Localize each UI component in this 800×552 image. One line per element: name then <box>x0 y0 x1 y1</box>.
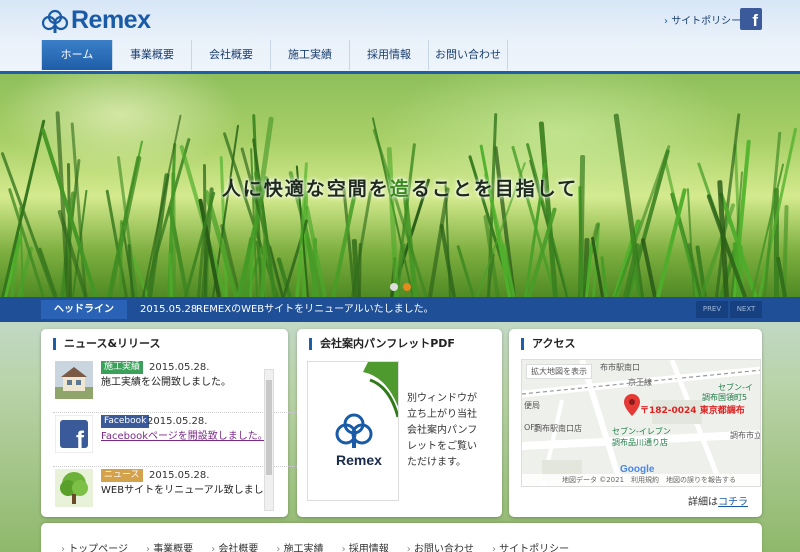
headline-text[interactable]: REMEXのWEBサイトをリニューアルいたしました。 <box>196 297 434 322</box>
facebook-icon[interactable]: f <box>740 8 762 30</box>
map-pin-icon[interactable] <box>624 394 640 416</box>
tree-thumbnail <box>55 469 93 507</box>
footer-link-company[interactable]: 会社概要 <box>211 540 258 552</box>
news-date: 2015.05.28. <box>147 416 208 427</box>
footer-link-top[interactable]: トップページ <box>61 540 128 552</box>
nav-item-home[interactable]: ホーム <box>42 40 113 70</box>
prev-button[interactable]: PREV <box>696 301 728 318</box>
pamphlet-cover-art <box>335 362 398 448</box>
access-title: アクセス <box>521 338 575 350</box>
news-scrollbar[interactable] <box>264 369 274 511</box>
pamphlet-description: 別ウィンドウが立ち上がり当社会社案内パンフレットをご覧いただけます。 <box>407 393 478 468</box>
news-date: 2015.05.28. <box>149 362 210 373</box>
grass-blade <box>655 188 687 297</box>
map-label: セブン-イレブン <box>612 427 671 436</box>
enlarge-map-button[interactable]: 拡大地図を表示 <box>526 364 592 379</box>
footer-link-policy[interactable]: サイトポリシー <box>492 540 569 552</box>
news-tag: 施工実績 <box>101 361 144 374</box>
tree-logo-icon <box>42 9 68 33</box>
nav-item-business[interactable]: 事業概要 <box>113 40 192 70</box>
svg-text:f: f <box>76 427 85 453</box>
footer-link-recruit[interactable]: 採用情報 <box>342 540 389 552</box>
news-card: ニュース&リリース 施工実績 2015.05.28. 施工実績を公開致しました。… <box>41 329 303 517</box>
hero-copy: 人に快適な空間を造ることを目指して <box>0 174 800 201</box>
map-label: OFF <box>524 423 540 432</box>
logo-text: Remex <box>71 6 151 34</box>
headline-bar: ヘッドライン 2015.05.28 REMEXのWEBサイトをリニューアルいたし… <box>0 297 800 322</box>
site-header: Remex サイトポリシー f ホーム 事業概要 会社概要 施工実績 採用情報 … <box>0 0 800 72</box>
detail-link[interactable]: コチラ <box>718 497 748 508</box>
news-text: WEBサイトをリニューアル致しまし <box>101 485 264 496</box>
footer-link-works[interactable]: 施工実績 <box>276 540 324 552</box>
map-label: 調布品川通り店 <box>612 438 668 447</box>
pamphlet-title: 会社案内パンフレットPDF <box>309 338 455 350</box>
detail-text: 詳細はコチラ <box>688 493 748 508</box>
grass-blade <box>357 243 362 297</box>
google-map[interactable]: 拡大地図を表示 布市駅南口 京王線 セブン-イ 調布国領町5 調布駅南口店 セブ… <box>521 359 761 487</box>
slide-indicator <box>390 283 411 291</box>
slide-dot-active[interactable] <box>403 283 411 291</box>
news-text: 施工実績を公開致しました。 <box>101 377 231 388</box>
map-label: 調布駅南口店 <box>534 424 582 433</box>
slide-dot[interactable] <box>390 283 398 291</box>
facebook-glyph: f <box>752 11 758 30</box>
pamphlet-cover-image[interactable]: Remex <box>307 361 399 501</box>
main-nav: ホーム 事業概要 会社概要 施工実績 採用情報 お問い合わせ <box>41 40 508 70</box>
map-footer: 地図データ ©2021 利用規約 地図の誤りを報告する <box>522 474 760 486</box>
hero-slider[interactable]: 人に快適な空間を造ることを目指して <box>0 74 800 297</box>
news-tag: Facebook <box>101 415 150 428</box>
next-button[interactable]: NEXT <box>730 301 762 318</box>
nav-item-company[interactable]: 会社概要 <box>192 40 271 70</box>
map-label: 便局 <box>524 401 540 410</box>
news-tag: ニュース <box>101 469 143 482</box>
pamphlet-cover-logo: Remex <box>336 452 382 468</box>
map-label: 調布市立 <box>730 431 761 440</box>
footer-link-business[interactable]: 事業概要 <box>146 540 193 552</box>
facebook-thumbnail-icon: f <box>55 415 93 453</box>
news-title: ニュース&リリース <box>53 338 161 350</box>
map-label: 京王線 <box>628 378 652 387</box>
footer: トップページ 事業概要 会社概要 施工実績 採用情報 お問い合わせ サイトポリシ… <box>41 523 762 552</box>
access-card: アクセス 拡大地図を表示 布市駅南口 京王線 セブン-イ 調布国領町5 調布駅南… <box>509 329 762 517</box>
news-date: 2015.05.28. <box>149 470 210 481</box>
logo[interactable]: Remex <box>42 6 151 35</box>
map-label: 布市駅南口 <box>600 363 640 372</box>
grass-blade <box>142 114 183 297</box>
nav-item-contact[interactable]: お問い合わせ <box>429 40 508 70</box>
nav-item-works[interactable]: 施工実績 <box>271 40 350 70</box>
hero-copy-before: 人に快適な空間を <box>221 178 390 200</box>
grass-blade <box>455 244 475 297</box>
nav-item-recruit[interactable]: 採用情報 <box>350 40 429 70</box>
hero-copy-after: ることを目指して <box>410 178 579 200</box>
grass-blade <box>641 237 658 297</box>
site-policy-link[interactable]: サイトポリシー <box>664 12 741 27</box>
pamphlet-card: 会社案内パンフレットPDF Remex 別ウィンドウが立ち上がり当社会社案内パン… <box>297 329 502 517</box>
headline-label: ヘッドライン <box>41 300 127 319</box>
news-link[interactable]: Facebookページを開設致しました。 <box>101 430 268 443</box>
detail-prefix: 詳細は <box>688 497 718 508</box>
hero-copy-accent: 造 <box>389 178 411 200</box>
map-address-label: 〒182-0024 東京都調布 <box>640 406 745 416</box>
scrollbar-thumb[interactable] <box>266 380 272 475</box>
house-thumbnail <box>55 361 93 399</box>
map-label: 調布国領町5 <box>702 393 748 402</box>
footer-link-contact[interactable]: お問い合わせ <box>407 540 474 552</box>
footer-links: トップページ 事業概要 会社概要 施工実績 採用情報 お問い合わせ サイトポリシ… <box>61 540 569 552</box>
headline-date: 2015.05.28 <box>140 304 198 315</box>
